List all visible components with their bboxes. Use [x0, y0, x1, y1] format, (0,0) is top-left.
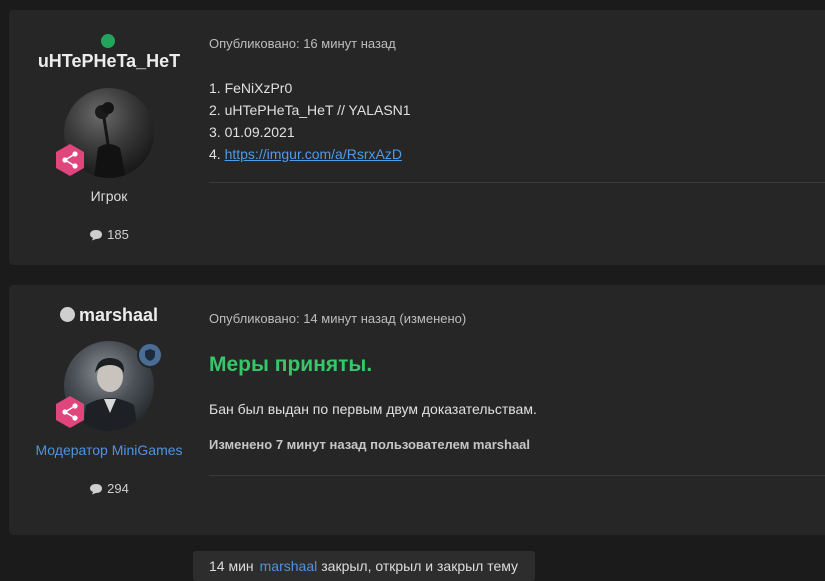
comment-bubble-icon — [90, 484, 103, 495]
post-line-number: 4. — [209, 146, 225, 162]
author-username-row: marshaal — [9, 305, 209, 326]
share-hexagon-icon — [56, 144, 84, 176]
moderator-badge — [137, 342, 163, 368]
comment-bubble-icon — [90, 230, 103, 241]
author-username[interactable]: marshaal — [79, 305, 158, 325]
post-line: 4. https://imgur.com/a/RsrxAzD — [209, 143, 411, 165]
divider — [209, 182, 825, 183]
post-body: 1. FeNiXzPr0 2. uHTePHeTa_HeT // YALASN1… — [209, 77, 411, 165]
post-count-value: 185 — [107, 227, 129, 242]
offline-status-icon — [59, 307, 75, 322]
shield-icon — [145, 349, 155, 361]
post-body: Бан был выдан по первым двум доказательс… — [209, 401, 537, 417]
imgur-link[interactable]: https://imgur.com/a/RsrxAzD — [225, 146, 402, 162]
event-user-link[interactable]: marshaal — [260, 558, 318, 574]
post-meta-time[interactable]: Опубликовано: 16 минут назад — [209, 36, 396, 51]
post-line: 3. 01.09.2021 — [209, 124, 295, 140]
post-1: uHTePHeTa_HeT Игрок 185 Опубликовано: 16… — [9, 10, 825, 265]
post-headline: Меры приняты. — [209, 353, 373, 376]
user-role-title: Игрок — [90, 188, 128, 204]
thread-event: 14 мин marshaal закрыл, открыл и закрыл те… — [193, 551, 535, 581]
post-2: marshaal Модератор MiniGames 294 Опублик… — [9, 285, 825, 535]
post-line: 1. FeNiXzPr0 — [209, 80, 293, 96]
post-count: 185 — [9, 227, 209, 242]
post-content: Опубликовано: 14 минут назад (изменено) … — [209, 285, 825, 535]
post-meta-time[interactable]: Опубликовано: 14 минут назад (изменено) — [209, 311, 466, 326]
post-author-panel: marshaal Модератор MiniGames 294 — [9, 285, 209, 535]
online-status-icon — [101, 34, 115, 48]
user-role-title[interactable]: Модератор MiniGames — [9, 442, 209, 458]
post-count-value: 294 — [107, 481, 129, 496]
post-count: 294 — [9, 481, 209, 496]
post-content: Опубликовано: 16 минут назад 1. FeNiXzPr… — [209, 10, 825, 265]
author-username[interactable]: uHTePHeTa_HeT — [9, 51, 209, 72]
divider — [209, 475, 825, 476]
event-action: закрыл, открыл и закрыл тему — [321, 558, 519, 574]
edit-note: Изменено 7 минут назад пользователем mar… — [209, 437, 531, 452]
post-line: 2. uHTePHeTa_HeT // YALASN1 — [209, 102, 411, 118]
share-hexagon-icon — [56, 396, 84, 428]
event-time: 14 мин — [209, 558, 254, 574]
post-author-panel: uHTePHeTa_HeT Игрок 185 — [9, 10, 209, 265]
